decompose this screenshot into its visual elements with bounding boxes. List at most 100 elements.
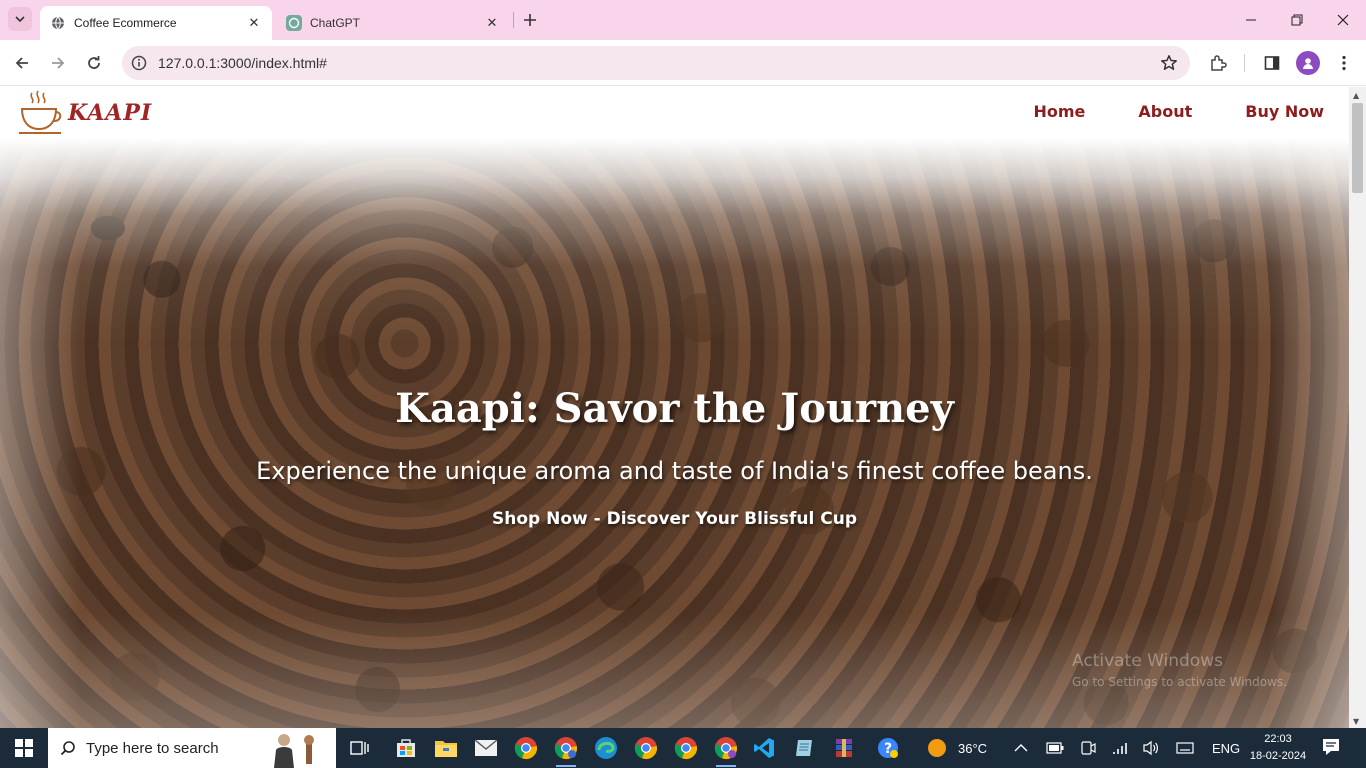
forward-button[interactable] <box>44 49 72 77</box>
watermark-subtitle: Go to Settings to activate Windows. <box>1072 675 1287 689</box>
notepad-app[interactable] <box>788 732 820 764</box>
hero-cta-link[interactable]: Shop Now - Discover Your Blissful Cup <box>0 509 1349 529</box>
tab-title: Coffee Ecommerce <box>74 16 177 30</box>
edge-icon <box>595 737 617 759</box>
address-bar[interactable]: 127.0.0.1:3000/index.html# <box>122 46 1190 80</box>
chrome-active-app[interactable] <box>710 732 742 767</box>
search-highlight-illustration <box>262 730 326 768</box>
new-tab-button[interactable] <box>519 9 541 31</box>
extensions-button[interactable] <box>1204 49 1232 77</box>
battery-icon <box>1046 742 1064 754</box>
taskbar-search-box[interactable]: Type here to search <box>48 728 336 768</box>
bookmark-star-icon[interactable] <box>1160 54 1178 76</box>
restore-icon <box>1291 14 1303 26</box>
notification-center[interactable] <box>1320 736 1342 762</box>
nav-buy-now[interactable]: Buy Now <box>1245 102 1324 121</box>
chrome-profile-2-app[interactable] <box>630 732 662 764</box>
nav-about[interactable]: About <box>1138 102 1192 121</box>
scroll-up-arrow-icon[interactable]: ▲ <box>1353 91 1359 100</box>
mail-icon <box>474 739 498 756</box>
activate-windows-watermark: Activate Windows Go to Settings to activ… <box>1072 651 1287 689</box>
winrar-app[interactable] <box>828 732 860 764</box>
edge-app[interactable] <box>590 732 622 764</box>
arrow-right-icon <box>52 57 65 69</box>
page-scrollbar[interactable]: ▲ ▼ <box>1349 87 1366 728</box>
chrome-icon <box>634 737 657 760</box>
speaker-icon <box>1143 740 1158 756</box>
minimize-button[interactable] <box>1228 0 1274 40</box>
close-icon <box>1337 14 1349 26</box>
site-logo[interactable]: KAAPI <box>16 89 152 137</box>
plus-icon <box>524 14 536 26</box>
scrollbar-thumb[interactable] <box>1352 103 1363 193</box>
microsoft-store-app[interactable] <box>390 732 422 764</box>
battery-indicator[interactable] <box>1046 728 1064 768</box>
weather-widget[interactable]: 36°C <box>926 728 987 768</box>
chrome-icon <box>554 737 577 760</box>
chevron-up-icon <box>1014 744 1028 752</box>
clock-date: 18-02-2024 <box>1249 750 1307 762</box>
touch-keyboard[interactable] <box>1176 728 1194 768</box>
side-panel-button[interactable] <box>1258 49 1286 77</box>
browser-tab-bar: Coffee Ecommerce ✕ ChatGPT ✕ <box>0 0 1366 40</box>
folder-icon <box>435 741 457 757</box>
browser-toolbar: 127.0.0.1:3000/index.html# <box>0 40 1366 86</box>
chrome-profile-app[interactable] <box>550 732 582 767</box>
nav-home[interactable]: Home <box>1033 102 1085 121</box>
page-viewport: KAAPI Home About Buy Now Kaapi: Savor th… <box>0 87 1349 728</box>
tab-title: ChatGPT <box>310 16 361 30</box>
chatgpt-icon <box>286 15 302 31</box>
tab-search-button[interactable] <box>8 7 32 31</box>
weather-temp: 36°C <box>958 740 988 756</box>
profile-avatar[interactable] <box>1296 51 1320 75</box>
mail-app[interactable] <box>470 732 502 764</box>
start-button[interactable] <box>0 728 48 768</box>
watermark-title: Activate Windows <box>1072 651 1223 671</box>
globe-icon <box>50 15 66 31</box>
help-icon: ? <box>878 738 898 758</box>
tab-chatgpt[interactable]: ChatGPT ✕ <box>278 6 510 40</box>
site-header: KAAPI Home About Buy Now <box>0 87 1349 141</box>
task-view-button[interactable] <box>344 732 376 764</box>
chrome-app[interactable] <box>510 732 542 764</box>
store-icon <box>397 739 415 757</box>
wifi-icon <box>1113 743 1127 754</box>
meet-now[interactable] <box>1080 728 1096 768</box>
site-info-icon[interactable] <box>122 46 156 80</box>
network-indicator[interactable] <box>1112 728 1130 768</box>
browser-menu-button[interactable] <box>1330 49 1358 77</box>
windows-taskbar: Type here to search ? 36°C ENG 22:03 18-… <box>0 728 1366 768</box>
chrome-profile-3-app[interactable] <box>670 732 702 764</box>
show-hidden-icons[interactable] <box>1014 728 1028 768</box>
scroll-down-arrow-icon[interactable]: ▼ <box>1353 717 1359 726</box>
close-tab-icon[interactable]: ✕ <box>244 13 264 33</box>
vscode-icon <box>754 738 774 758</box>
search-placeholder: Type here to search <box>86 739 219 757</box>
archive-icon <box>836 739 852 757</box>
sun-icon <box>928 739 946 757</box>
main-nav: Home About Buy Now <box>1033 102 1324 121</box>
notification-icon <box>1323 739 1339 755</box>
vscode-app[interactable] <box>748 732 780 764</box>
coffee-cup-logo-icon <box>19 90 62 134</box>
more-vertical-icon <box>1342 55 1346 71</box>
logo-text: KAAPI <box>68 100 153 126</box>
restore-button[interactable] <box>1274 0 1320 40</box>
get-help-app[interactable]: ? <box>872 732 904 764</box>
clock-time: 22:03 <box>1264 733 1292 745</box>
back-button[interactable] <box>8 49 36 77</box>
volume-indicator[interactable] <box>1142 728 1160 768</box>
reload-button[interactable] <box>80 49 108 77</box>
hero-title: Kaapi: Savor the Journey <box>395 385 954 432</box>
file-explorer-app[interactable] <box>430 732 462 764</box>
puzzle-icon <box>1211 55 1227 71</box>
language-label: ENG <box>1212 740 1241 756</box>
tab-coffee-ecommerce[interactable]: Coffee Ecommerce ✕ <box>40 6 272 40</box>
side-panel-icon <box>1264 56 1280 70</box>
input-language[interactable]: ENG <box>1212 728 1240 768</box>
windows-logo-icon <box>15 739 33 757</box>
url-text: 127.0.0.1:3000/index.html# <box>158 55 327 71</box>
close-tab-icon[interactable]: ✕ <box>482 13 502 33</box>
close-window-button[interactable] <box>1320 0 1366 40</box>
system-clock[interactable]: 22:03 18-02-2024 <box>1246 731 1310 765</box>
